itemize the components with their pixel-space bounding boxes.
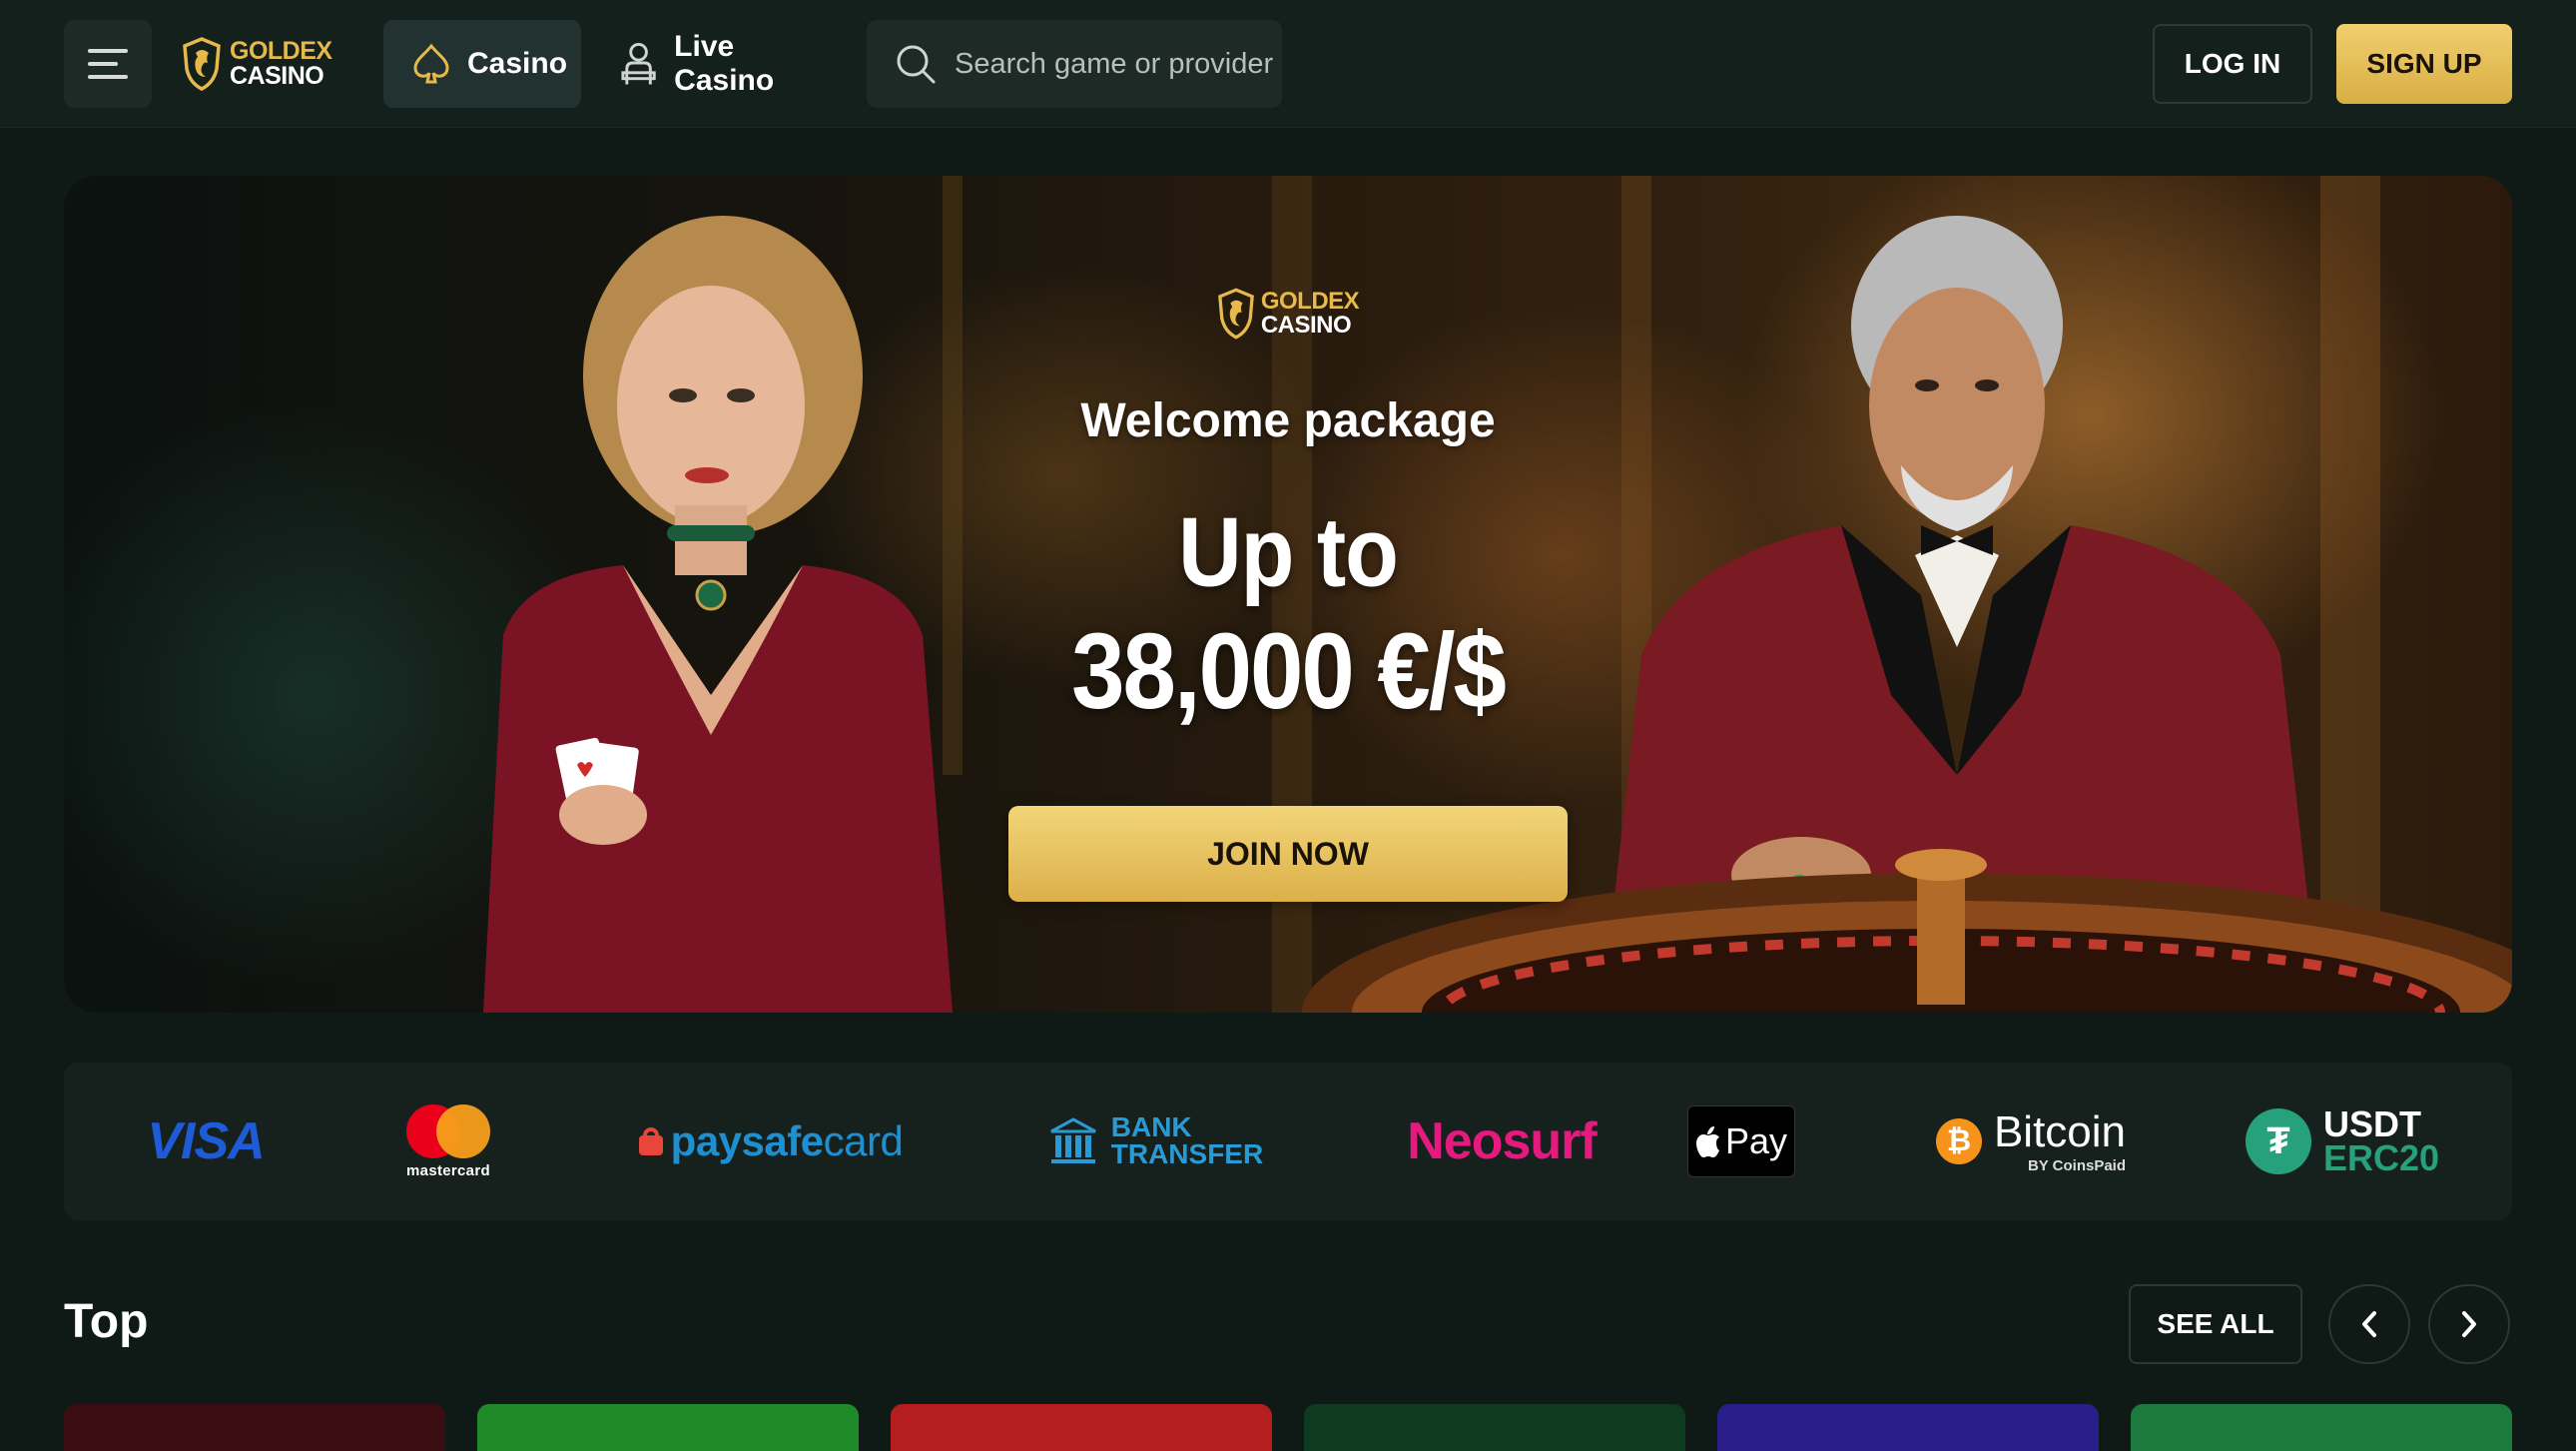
- apple-pay-logo: Pay: [1685, 1063, 1797, 1220]
- menu-icon-bar: [88, 62, 118, 66]
- game-tile[interactable]: [891, 1404, 1272, 1451]
- nav-live-casino-label: Live Casino: [674, 30, 775, 97]
- search-icon: [897, 45, 936, 84]
- payment-methods-bar: VISA mastercard paysafe card BANK TRANSFE…: [64, 1063, 2512, 1220]
- spade-icon: [413, 43, 449, 84]
- apple-pay-label: Pay: [1724, 1120, 1788, 1161]
- section-title-top: Top: [64, 1295, 149, 1348]
- visa-logo: VISA: [147, 1112, 265, 1170]
- hero-headline-line1: Up to: [1178, 496, 1399, 607]
- bank-line1: BANK: [1110, 1111, 1192, 1143]
- bank-transfer-logo: BANK TRANSFER: [1030, 1063, 1280, 1220]
- hero-headline-amount: 38,000 €/$: [1071, 611, 1507, 732]
- login-button[interactable]: LOG IN: [2153, 24, 2312, 104]
- usdt-line2: ERC20: [2322, 1137, 2440, 1178]
- lock-icon: [638, 1127, 663, 1155]
- chevron-left-icon: [2362, 1311, 2376, 1337]
- menu-icon-bar: [88, 75, 128, 79]
- nav-casino-tab[interactable]: Casino: [383, 20, 581, 108]
- bitcoin-logo: ₿ Bitcoin BY CoinsPaid: [1921, 1063, 2141, 1220]
- brand-line2: CASINO: [230, 62, 324, 90]
- mastercard-label: mastercard: [406, 1161, 490, 1179]
- bank-icon: [1050, 1117, 1096, 1163]
- paysafe-text: paysafe: [670, 1117, 824, 1164]
- lion-shield-icon: [183, 37, 221, 91]
- hero-brand-line1: GOLDEX: [1260, 288, 1360, 315]
- search-bar[interactable]: [867, 20, 1282, 108]
- nav-live-casino-tab[interactable]: Live Casino: [619, 20, 839, 108]
- nav-casino-label: Casino: [467, 47, 568, 80]
- see-all-button[interactable]: SEE ALL: [2129, 1284, 2302, 1364]
- carousel-prev-button[interactable]: [2328, 1284, 2410, 1364]
- lion-shield-icon: [1217, 288, 1254, 340]
- tether-coin-icon: ₮: [2245, 1108, 2311, 1174]
- top-header: GOLDEX CASINO Casino Live Casino LOG IN …: [0, 0, 2576, 128]
- mastercard-logo: mastercard: [393, 1063, 503, 1220]
- search-input[interactable]: [955, 47, 1274, 81]
- dealer-icon: [621, 42, 656, 85]
- game-tile[interactable]: [1717, 1404, 2099, 1451]
- apple-icon: [1695, 1126, 1719, 1157]
- mastercard-circles-icon: [406, 1103, 490, 1158]
- bitcoin-sub-label: BY CoinsPaid: [2027, 1156, 2127, 1174]
- game-tiles-row: [64, 1404, 2512, 1451]
- signup-button[interactable]: SIGN UP: [2336, 24, 2512, 104]
- usdt-logo: ₮ USDT ERC20: [2233, 1063, 2452, 1220]
- game-tile[interactable]: [64, 1404, 445, 1451]
- hero-content: GOLDEX CASINO Welcome package Up to 38,0…: [1008, 288, 1568, 725]
- chevron-right-icon: [2462, 1311, 2476, 1337]
- paysafecard-logo: paysafe card: [621, 1063, 921, 1220]
- hamburger-menu-button[interactable]: [64, 20, 152, 108]
- game-tile[interactable]: [1304, 1404, 1685, 1451]
- usdt-line1: USDT: [2322, 1102, 2421, 1144]
- neosurf-logo: Neosurf: [1407, 1112, 1597, 1170]
- hero-subtitle: Welcome package: [1080, 394, 1496, 447]
- hero-brand-line2: CASINO: [1260, 312, 1352, 339]
- bitcoin-coin-icon: ₿: [1935, 1118, 1982, 1164]
- game-tile[interactable]: [2131, 1404, 2512, 1451]
- hero-logo: GOLDEX CASINO: [1217, 288, 1360, 340]
- join-now-button[interactable]: JOIN NOW: [1008, 806, 1568, 902]
- card-text: card: [823, 1117, 904, 1164]
- brand-line1: GOLDEX: [230, 37, 332, 65]
- site-logo[interactable]: GOLDEX CASINO: [182, 34, 332, 94]
- menu-icon-bar: [88, 49, 128, 53]
- bank-line2: TRANSFER: [1110, 1138, 1264, 1169]
- bitcoin-label: Bitcoin: [1993, 1106, 2127, 1156]
- game-tile[interactable]: [477, 1404, 859, 1451]
- hero-banner[interactable]: GOLDEX CASINO Welcome package Up to 38,0…: [64, 176, 2512, 1013]
- carousel-next-button[interactable]: [2428, 1284, 2510, 1364]
